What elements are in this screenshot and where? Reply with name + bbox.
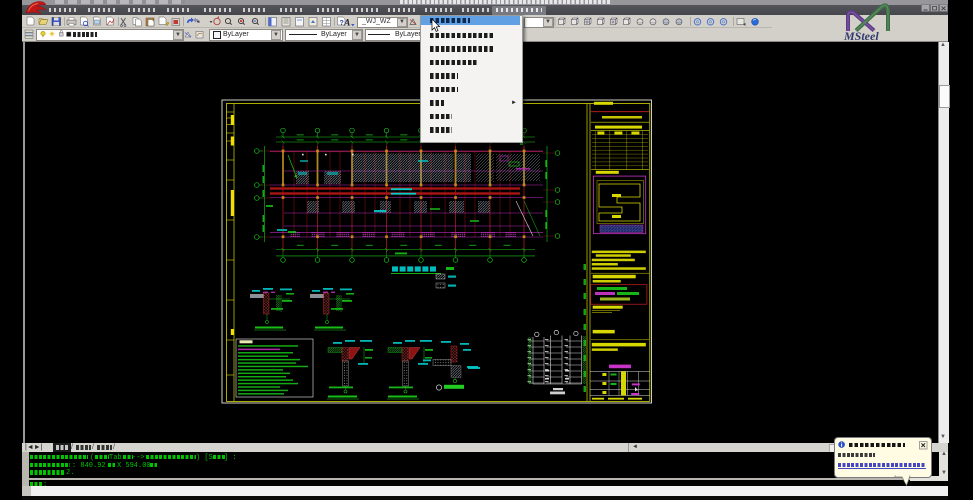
- svg-text:A: A: [343, 19, 350, 29]
- svg-text:MSteel: MSteel: [843, 29, 879, 43]
